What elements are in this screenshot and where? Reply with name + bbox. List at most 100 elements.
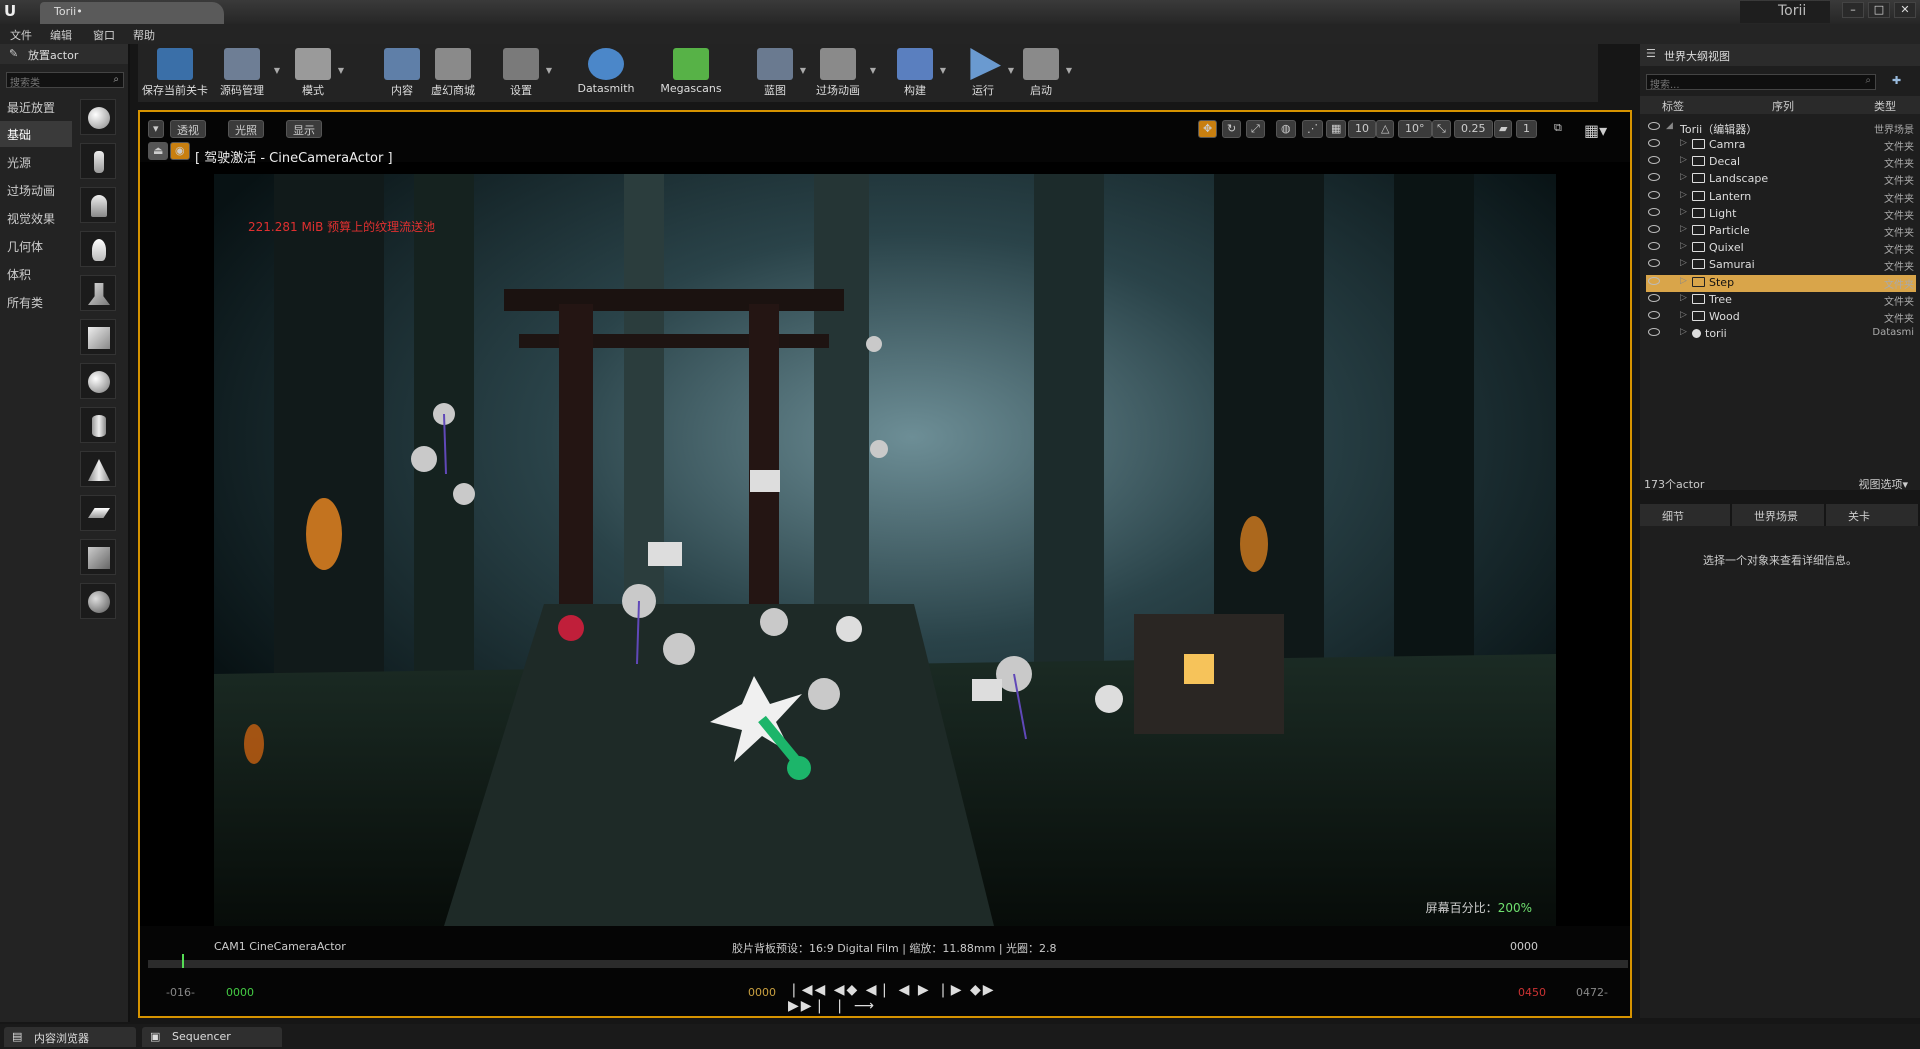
outliner-tab[interactable]: ☰ 世界大纲视图 (1640, 44, 1920, 66)
rotation-snap-icon[interactable]: △ (1376, 120, 1395, 138)
cinematics-button[interactable]: 过场动画 ▼ (808, 48, 876, 102)
category-recent[interactable]: 最近放置 (0, 94, 72, 120)
menu-edit[interactable]: 编辑 (50, 27, 72, 43)
category-geometry[interactable]: 几何体 (0, 233, 72, 259)
datasmith-button[interactable]: Datasmith (574, 48, 638, 102)
close-button[interactable]: ✕ (1894, 2, 1916, 18)
actor-thumb-character[interactable] (80, 143, 116, 179)
rotation-snap-value[interactable]: 10° (1398, 120, 1432, 138)
visibility-eye-icon[interactable] (1648, 173, 1660, 182)
outliner-row[interactable]: ▷ Lantern 文件夹 (1646, 189, 1916, 206)
actor-thumb-point-light[interactable] (80, 231, 116, 267)
grid-snap-value[interactable]: 10 (1348, 120, 1376, 138)
document-tab[interactable]: Torii• (40, 2, 224, 24)
visibility-eye-icon[interactable] (1648, 156, 1660, 165)
show-button[interactable]: 显示 (286, 120, 322, 138)
category-cinematic[interactable]: 过场动画 (0, 177, 72, 203)
expand-arrow-icon[interactable]: ▷ (1680, 258, 1687, 268)
world-space-icon[interactable]: ◍ (1276, 120, 1296, 138)
visibility-eye-icon[interactable] (1648, 276, 1660, 285)
perspective-button[interactable]: 透视 (170, 120, 206, 138)
expand-arrow-icon[interactable]: ◢ (1666, 121, 1673, 131)
megascans-button[interactable]: Megascans (658, 48, 724, 102)
source-control-button[interactable]: 源码管理 ▼ (212, 48, 280, 102)
expand-arrow-icon[interactable]: ▷ (1680, 138, 1687, 148)
outliner-row[interactable]: ▷ Light 文件夹 (1646, 206, 1916, 223)
menu-help[interactable]: 帮助 (133, 27, 155, 43)
category-basic[interactable]: 基础 (0, 121, 72, 147)
level-viewport[interactable]: ▾ 透视 光照 显示 ✥ ↻ ⤢ ◍ ⋰ ▦ 10 △ 10° ⤡ 0.25 ▰… (138, 110, 1632, 1018)
expand-arrow-icon[interactable]: ▷ (1680, 207, 1687, 217)
grid-snap-icon[interactable]: ▦ (1326, 120, 1347, 138)
visibility-eye-icon[interactable] (1648, 190, 1660, 199)
actor-thumb-player-start[interactable] (80, 275, 116, 311)
expand-arrow-icon[interactable]: ▷ (1680, 310, 1687, 320)
outliner-row[interactable]: ▷ Quixel 文件夹 (1646, 240, 1916, 257)
maximize-viewport-icon[interactable]: ⧉ (1550, 120, 1566, 138)
expand-arrow-icon[interactable]: ▷ (1680, 172, 1687, 182)
outliner-row[interactable]: ▷ Step 文件夹 (1646, 274, 1916, 292)
build-button[interactable]: 构建 ▼ (892, 48, 946, 102)
menu-window[interactable]: 窗口 (93, 27, 115, 43)
minimize-button[interactable]: – (1842, 2, 1864, 18)
actor-thumb-sphere[interactable] (80, 363, 116, 399)
marketplace-button[interactable]: 虚幻商城 (428, 48, 478, 102)
visibility-eye-icon[interactable] (1648, 225, 1660, 233)
expand-arrow-icon[interactable]: ▷ (1680, 155, 1687, 165)
actor-thumb-cylinder[interactable] (80, 407, 116, 443)
settings-button[interactable]: 设置 ▼ (498, 48, 552, 102)
place-search-input[interactable]: 搜索类 ⌕ (6, 72, 124, 89)
expand-arrow-icon[interactable]: ▷ (1680, 241, 1687, 251)
outliner-row[interactable]: ▷ Particle 文件夹 (1646, 223, 1916, 240)
expand-arrow-icon[interactable]: ▷ (1680, 327, 1687, 337)
expand-arrow-icon[interactable]: ▷ (1680, 293, 1687, 303)
content-button[interactable]: 内容 (380, 48, 424, 102)
tab-world-settings[interactable]: 世界场景 (1732, 504, 1824, 526)
visibility-eye-icon[interactable] (1648, 311, 1660, 319)
visibility-eye-icon[interactable] (1648, 293, 1660, 302)
pilot-camera-icon[interactable]: ◉ (170, 142, 190, 160)
outliner-row[interactable]: ▷ Landscape 文件夹 (1646, 171, 1916, 188)
outliner-row[interactable]: ▷ torii Datasmi (1646, 326, 1916, 343)
outliner-row[interactable]: ▷ Decal 文件夹 (1646, 154, 1916, 171)
surface-snap-icon[interactable]: ⋰ (1302, 120, 1323, 138)
outliner-row[interactable]: ▷ Samurai 文件夹 (1646, 257, 1916, 274)
category-all-classes[interactable]: 所有类 (0, 289, 72, 315)
launch-button[interactable]: 启动 ▼ (1018, 48, 1072, 102)
actor-thumb-sphere-trigger[interactable] (80, 583, 116, 619)
place-actors-tab[interactable]: ✎ 放置actor (0, 44, 128, 64)
eject-icon[interactable]: ⏏ (148, 142, 169, 160)
scale-tool-icon[interactable]: ⤢ (1246, 120, 1265, 138)
menu-file[interactable]: 文件 (10, 27, 32, 43)
col-type[interactable]: 类型 (1874, 98, 1896, 114)
outliner-row[interactable]: ▷ Wood 文件夹 (1646, 309, 1916, 326)
outliner-search-input[interactable]: 搜索... ⌕ (1646, 74, 1876, 91)
pin-icon[interactable]: ✚ (1892, 74, 1901, 87)
visibility-eye-icon[interactable] (1648, 328, 1660, 337)
outliner-row[interactable]: ▷ Camra 文件夹 (1646, 137, 1916, 154)
camera-speed-value[interactable]: 1 (1516, 120, 1537, 138)
modes-button[interactable]: 模式 ▼ (290, 48, 344, 102)
playhead[interactable] (182, 954, 184, 968)
actor-thumb-cone[interactable] (80, 451, 116, 487)
category-visual-effects[interactable]: 视觉效果 (0, 205, 72, 231)
visibility-eye-icon[interactable] (1648, 242, 1660, 251)
maximize-button[interactable]: □ (1868, 2, 1890, 18)
camera-speed-icon[interactable]: ▰ (1494, 120, 1513, 138)
scale-snap-value[interactable]: 0.25 (1454, 120, 1493, 138)
translate-tool-icon[interactable]: ✥ (1198, 120, 1218, 138)
col-label[interactable]: 标签 (1662, 98, 1684, 114)
actor-thumb-cube[interactable] (80, 319, 116, 355)
rotate-tool-icon[interactable]: ↻ (1222, 120, 1242, 138)
expand-arrow-icon[interactable]: ▷ (1680, 190, 1687, 200)
tab-content-browser[interactable]: ▤ 内容浏览器 (4, 1027, 136, 1047)
lit-button[interactable]: 光照 (228, 120, 264, 138)
tab-sequencer[interactable]: ▣ Sequencer (142, 1027, 282, 1047)
tab-details[interactable]: 细节 (1640, 504, 1730, 526)
scale-snap-icon[interactable]: ⤡ (1432, 120, 1451, 138)
view-options-button[interactable]: 视图选项▾ (1858, 476, 1908, 492)
actor-thumb-plane[interactable] (80, 495, 116, 531)
save-current-level-button[interactable]: 保存当前关卡 (140, 48, 210, 102)
play-button[interactable]: 运行 ▼ (960, 48, 1014, 102)
expand-arrow-icon[interactable]: ▷ (1680, 276, 1687, 286)
